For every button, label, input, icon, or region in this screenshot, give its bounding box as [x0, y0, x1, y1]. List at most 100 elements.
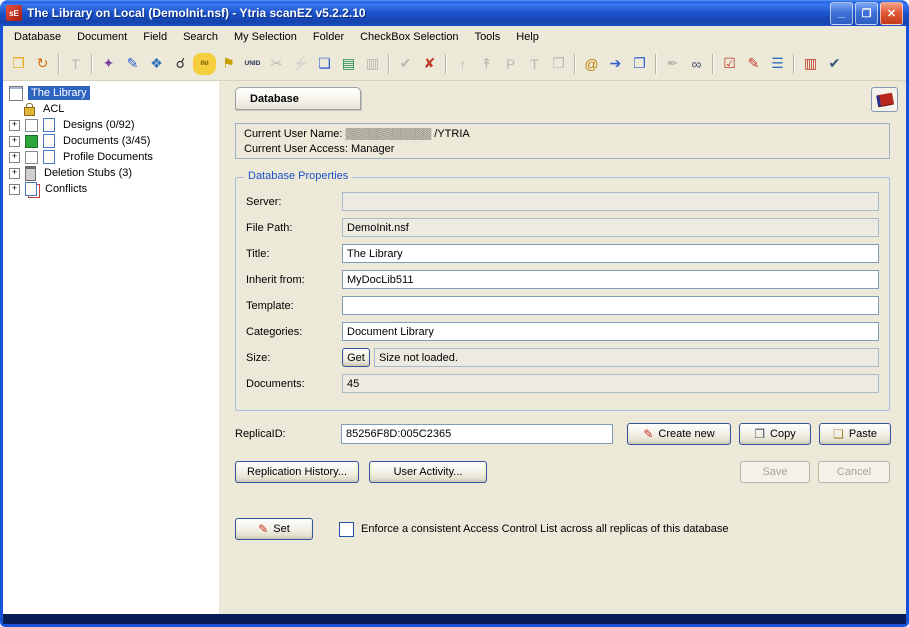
- tree-item-acl[interactable]: ACL: [3, 101, 219, 117]
- confirm-icon: ✔: [394, 53, 417, 75]
- checkbox-selection-edit-icon[interactable]: ✎: [742, 53, 765, 75]
- replication-history-button[interactable]: Replication History...: [235, 461, 359, 483]
- tree-item-documents[interactable]: Documents (3/45): [3, 133, 219, 149]
- paste-icon: ❏: [833, 427, 844, 441]
- menu-item-search[interactable]: Search: [175, 29, 226, 45]
- compare-documents-icon[interactable]: ∞: [685, 53, 708, 75]
- sign-document-icon: ✒: [661, 53, 684, 75]
- tree-item-label[interactable]: The Library: [28, 86, 90, 100]
- new-document-icon[interactable]: ❏: [313, 53, 336, 75]
- profile-doc-icon: [43, 150, 55, 164]
- open-database-icon[interactable]: ❒: [7, 53, 30, 75]
- replica-id-row: ReplicaID: ✎ Create new ❐ Copy ❏: [235, 423, 890, 445]
- export-document-icon[interactable]: ➔: [604, 53, 627, 75]
- refresh-icon[interactable]: ↻: [31, 53, 54, 75]
- tab-database[interactable]: Database: [235, 87, 361, 110]
- delete-selection-icon[interactable]: ▥: [799, 53, 822, 75]
- expand-icon[interactable]: [9, 136, 20, 147]
- tree-item-the-library[interactable]: The Library: [3, 85, 219, 101]
- tree-item-conflicts[interactable]: Conflicts: [3, 181, 219, 197]
- delete-document-icon: ▥: [361, 53, 384, 75]
- paste-label: Paste: [849, 428, 877, 440]
- acl-row: ✎ Set Enforce a consistent Access Contro…: [235, 517, 890, 541]
- replica-id-field[interactable]: [341, 424, 613, 444]
- edit-fields-icon[interactable]: ✎: [121, 53, 144, 75]
- app-window: sE The Library on Local (DemoInit.nsf) -…: [0, 0, 909, 627]
- minimize-button[interactable]: _: [830, 2, 853, 25]
- expand-icon[interactable]: [9, 168, 20, 179]
- user-activity-button[interactable]: User Activity...: [369, 461, 487, 483]
- ini-variables-icon[interactable]: INI: [193, 53, 216, 75]
- documents-count-label: Documents:: [246, 378, 342, 390]
- tree-checkbox[interactable]: [25, 119, 38, 132]
- checkbox-selection-check-icon[interactable]: ☑: [718, 53, 741, 75]
- status-bar: [3, 614, 906, 624]
- tree-item-label[interactable]: Conflicts: [42, 182, 90, 196]
- menu-item-tools[interactable]: Tools: [467, 29, 509, 45]
- menu-item-document[interactable]: Document: [69, 29, 135, 45]
- menu-item-field[interactable]: Field: [135, 29, 175, 45]
- create-new-button[interactable]: ✎ Create new: [627, 423, 731, 445]
- search-unid-icon[interactable]: UNID: [241, 53, 264, 75]
- expand-icon[interactable]: [9, 184, 20, 195]
- window-body: DatabaseDocumentFieldSearchMy SelectionF…: [3, 26, 906, 614]
- toolbar-separator: [793, 54, 795, 74]
- navigation-tree: The Library ACL Designs (0/92): [3, 81, 219, 614]
- search-documents-icon[interactable]: ☌: [169, 53, 192, 75]
- restore-button[interactable]: ❐: [855, 2, 878, 25]
- pen-icon: ✎: [258, 522, 268, 536]
- copy-button[interactable]: ❐ Copy: [739, 423, 811, 445]
- close-button[interactable]: ✕: [880, 2, 903, 25]
- title-bar: sE The Library on Local (DemoInit.nsf) -…: [0, 0, 909, 26]
- validate-selection-icon[interactable]: ✔: [823, 53, 846, 75]
- move-up-icon: ↑: [451, 53, 474, 75]
- menu-item-folder[interactable]: Folder: [305, 29, 352, 45]
- menu-item-help[interactable]: Help: [508, 29, 547, 45]
- title-field[interactable]: [342, 244, 879, 263]
- tree-item-label[interactable]: Deletion Stubs (3): [41, 166, 135, 180]
- menu-item-database[interactable]: Database: [6, 29, 69, 45]
- inherit-from-field[interactable]: [342, 270, 879, 289]
- help-book-button[interactable]: [871, 87, 898, 112]
- enforce-acl-checkbox[interactable]: [339, 522, 354, 537]
- get-size-button[interactable]: Get: [342, 348, 370, 367]
- current-user-name-value: ▒▒▒▒▒▒▒▒▒▒▒ /YTRIA: [345, 128, 469, 140]
- menu-item-my-selection[interactable]: My Selection: [226, 29, 305, 45]
- tree-item-label[interactable]: Designs (0/92): [60, 118, 138, 132]
- tree-item-label[interactable]: Profile Documents: [60, 150, 156, 164]
- categories-field[interactable]: [342, 322, 879, 341]
- expand-icon[interactable]: [9, 152, 20, 163]
- toolbar: ❒↻T✦✎❖☌INI⚑UNID✂⚡❏▤▥✔✘↑↟PT❐@➔❐✒∞☑✎☰▥✔: [3, 47, 906, 81]
- tree-item-profile-documents[interactable]: Profile Documents: [3, 149, 219, 165]
- tree-checkbox-checked[interactable]: [25, 135, 38, 148]
- my-selection-flag-icon[interactable]: ⚑: [217, 53, 240, 75]
- tree-item-label[interactable]: ACL: [40, 102, 67, 116]
- cancel-action-icon[interactable]: ✘: [418, 53, 441, 75]
- toolbar-separator: [91, 54, 93, 74]
- expand-icon[interactable]: [9, 120, 20, 131]
- set-acl-button[interactable]: ✎ Set: [235, 518, 313, 540]
- pen-icon: ✎: [643, 427, 653, 441]
- lock-icon: [24, 107, 35, 116]
- menu-bar: DatabaseDocumentFieldSearchMy SelectionF…: [3, 26, 906, 47]
- content-area: The Library ACL Designs (0/92): [3, 81, 906, 614]
- tree-item-designs[interactable]: Designs (0/92): [3, 117, 219, 133]
- formula-icon[interactable]: @: [580, 53, 603, 75]
- field-values-icon[interactable]: ✦: [97, 53, 120, 75]
- template-label: Template:: [246, 300, 342, 312]
- tree-checkbox[interactable]: [25, 151, 38, 164]
- open-notebook-icon[interactable]: ▤: [337, 53, 360, 75]
- menu-item-checkbox-selection[interactable]: CheckBox Selection: [352, 29, 466, 45]
- checkbox-selection-list-icon[interactable]: ☰: [766, 53, 789, 75]
- document-icon: [43, 134, 55, 148]
- book-icon: [876, 93, 894, 107]
- template-field[interactable]: [342, 296, 879, 315]
- tree-item-deletion-stubs[interactable]: Deletion Stubs (3): [3, 165, 219, 181]
- design-doc-icon: [43, 118, 55, 132]
- create-new-label: Create new: [658, 428, 714, 440]
- design-elements-icon[interactable]: ❖: [145, 53, 168, 75]
- open-window-icon[interactable]: ❐: [628, 53, 651, 75]
- paste-button[interactable]: ❏ Paste: [819, 423, 891, 445]
- tree-item-label[interactable]: Documents (3/45): [60, 134, 153, 148]
- app-icon: sE: [6, 5, 22, 21]
